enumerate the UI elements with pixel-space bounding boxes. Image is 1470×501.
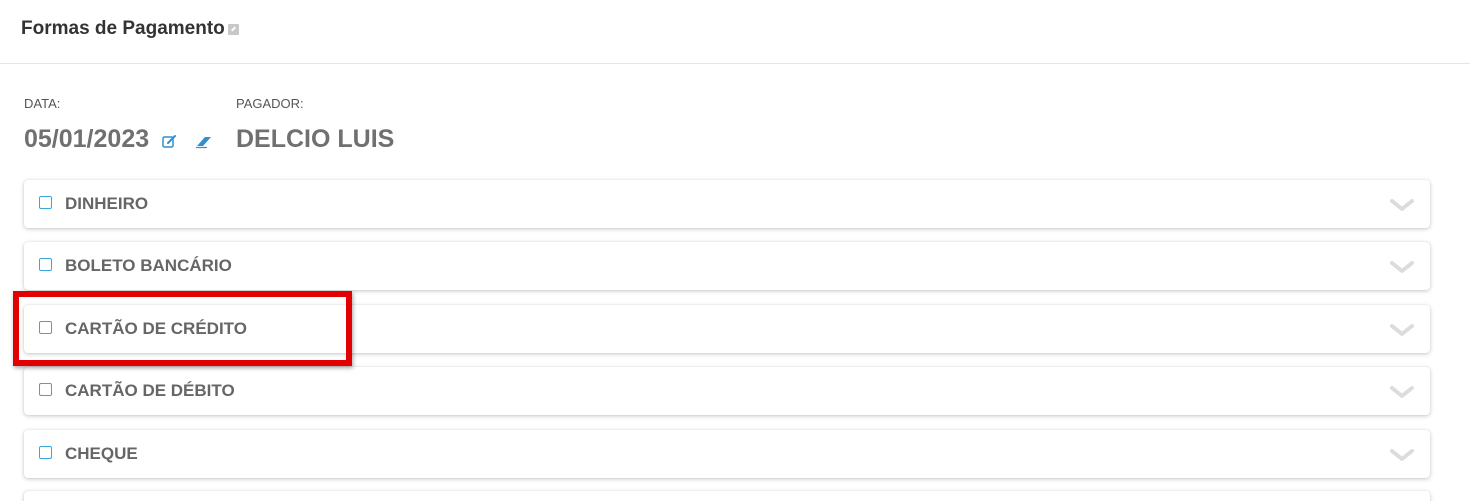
chevron-down-icon[interactable]: [1390, 385, 1414, 399]
cheque-checkbox[interactable]: [39, 446, 52, 459]
chevron-down-icon[interactable]: [1390, 260, 1414, 274]
payment-method-label: BOLETO BANCÁRIO: [65, 256, 232, 275]
payment-method-dinheiro[interactable]: DINHEIRO: [24, 180, 1430, 228]
cartao-de-debito-checkbox[interactable]: [39, 383, 52, 396]
page-title-text: Formas de Pagamento: [21, 18, 225, 39]
boleto-bancario-checkbox[interactable]: [39, 258, 52, 271]
payment-methods-page: Formas de Pagamento DATA: 05/01/2023 PAG…: [0, 0, 1470, 501]
payment-method-label: CARTÃO DE CRÉDITO: [65, 319, 247, 338]
date-value: 05/01/2023: [24, 125, 150, 153]
payment-method-label: CHEQUE: [65, 444, 138, 463]
payment-method-partial[interactable]: [24, 491, 1430, 501]
payer-value: DELCIO LUIS: [236, 125, 395, 153]
page-header: Formas de Pagamento: [0, 0, 1470, 64]
payment-method-label: DINHEIRO: [65, 194, 149, 213]
eraser-icon[interactable]: [195, 134, 213, 149]
payment-method-cartao-de-debito[interactable]: CARTÃO DE DÉBITO: [24, 367, 1430, 415]
date-label: DATA:: [24, 96, 61, 111]
cartao-de-credito-checkbox[interactable]: [39, 321, 52, 334]
payment-method-boleto-bancario[interactable]: BOLETO BANCÁRIO: [24, 242, 1430, 290]
payment-method-cartao-de-credito[interactable]: CARTÃO DE CRÉDITO: [24, 305, 1430, 353]
chevron-down-icon[interactable]: [1390, 448, 1414, 462]
external-link-icon[interactable]: [227, 24, 239, 35]
chevron-down-icon[interactable]: [1390, 198, 1414, 212]
page-title: Formas de Pagamento: [21, 18, 239, 40]
edit-icon[interactable]: [162, 134, 177, 149]
payment-method-label: CARTÃO DE DÉBITO: [65, 381, 235, 400]
payer-label: PAGADOR:: [236, 96, 304, 111]
dinheiro-checkbox[interactable]: [39, 196, 52, 209]
payment-method-cheque[interactable]: CHEQUE: [24, 430, 1430, 478]
chevron-down-icon[interactable]: [1390, 323, 1414, 337]
